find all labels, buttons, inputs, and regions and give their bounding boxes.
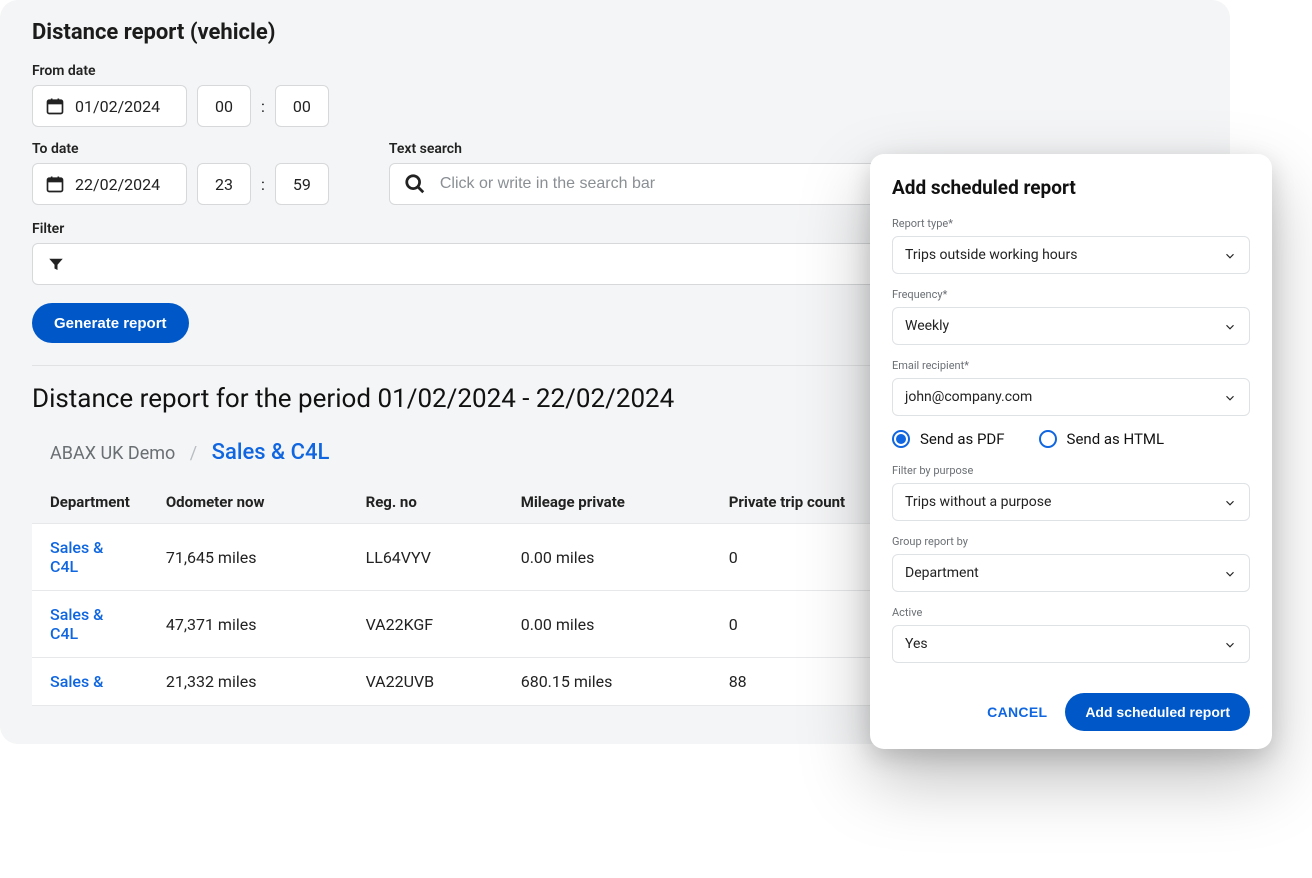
calendar-icon — [45, 174, 65, 194]
add-scheduled-report-modal: Add scheduled report Report type* Trips … — [870, 154, 1272, 749]
cell-reg: VA22UVB — [348, 658, 503, 706]
breadcrumb-root[interactable]: ABAX UK Demo — [50, 443, 175, 464]
page-title: Distance report (vehicle) — [32, 20, 1198, 45]
active-label: Active — [892, 606, 1250, 619]
to-date-value: 22/02/2024 — [75, 175, 160, 194]
send-as-pdf-radio[interactable]: Send as PDF — [892, 430, 1005, 448]
cell-reg: LL64VYV — [348, 524, 503, 591]
email-recipient-label: Email recipient* — [892, 359, 1250, 372]
send-as-html-radio[interactable]: Send as HTML — [1039, 430, 1165, 448]
col-reg: Reg. no — [348, 483, 503, 524]
cell-mileage-private: 0.00 miles — [503, 524, 711, 591]
department-link[interactable]: Sales & C4L — [50, 605, 103, 643]
add-scheduled-report-button[interactable]: Add scheduled report — [1065, 693, 1250, 731]
cell-odometer: 47,371 miles — [148, 591, 348, 658]
search-icon — [404, 173, 426, 195]
cell-department: Sales & C4L — [32, 524, 148, 591]
to-hour-input[interactable]: 23 — [197, 163, 251, 205]
to-minute-input[interactable]: 59 — [275, 163, 329, 205]
email-recipient-select[interactable]: john@company.com — [892, 378, 1250, 416]
department-link[interactable]: Sales & C4L — [50, 538, 103, 576]
active-select[interactable]: Yes — [892, 625, 1250, 663]
chevron-down-icon — [1223, 391, 1237, 405]
cell-odometer: 21,332 miles — [148, 658, 348, 706]
radio-checked-icon — [892, 430, 910, 448]
cell-mileage-private: 680.15 miles — [503, 658, 711, 706]
chevron-down-icon — [1223, 638, 1237, 652]
filter-purpose-label: Filter by purpose — [892, 464, 1250, 477]
department-link[interactable]: Sales & — [50, 672, 103, 691]
chevron-down-icon — [1223, 320, 1237, 334]
radio-unchecked-icon — [1039, 430, 1057, 448]
cancel-button[interactable]: CANCEL — [987, 704, 1047, 720]
report-type-label: Report type* — [892, 217, 1250, 230]
from-date-value: 01/02/2024 — [75, 97, 160, 116]
group-report-select[interactable]: Department — [892, 554, 1250, 592]
time-separator: : — [261, 175, 265, 194]
generate-report-button[interactable]: Generate report — [32, 303, 189, 343]
col-department: Department — [32, 483, 148, 524]
col-odometer: Odometer now — [148, 483, 348, 524]
chevron-down-icon — [1223, 567, 1237, 581]
filter-icon — [47, 255, 65, 273]
to-date-label: To date — [32, 141, 329, 157]
cell-mileage-private: 0.00 miles — [503, 591, 711, 658]
cell-reg: VA22KGF — [348, 591, 503, 658]
time-separator: : — [261, 97, 265, 116]
chevron-down-icon — [1223, 249, 1237, 263]
cell-odometer: 71,645 miles — [148, 524, 348, 591]
from-date-label: From date — [32, 63, 1198, 79]
frequency-label: Frequency* — [892, 288, 1250, 301]
breadcrumb-active[interactable]: Sales & C4L — [212, 440, 330, 465]
from-hour-input[interactable]: 00 — [197, 85, 251, 127]
from-minute-input[interactable]: 00 — [275, 85, 329, 127]
chevron-down-icon — [1223, 496, 1237, 510]
cell-department: Sales & C4L — [32, 591, 148, 658]
modal-title: Add scheduled report — [892, 176, 1250, 199]
calendar-icon — [45, 96, 65, 116]
from-date-input[interactable]: 01/02/2024 — [32, 85, 187, 127]
frequency-select[interactable]: Weekly — [892, 307, 1250, 345]
group-report-label: Group report by — [892, 535, 1250, 548]
breadcrumb-separator-icon: / — [190, 443, 197, 464]
to-date-input[interactable]: 22/02/2024 — [32, 163, 187, 205]
report-type-select[interactable]: Trips outside working hours — [892, 236, 1250, 274]
col-mileage-private: Mileage private — [503, 483, 711, 524]
filter-purpose-select[interactable]: Trips without a purpose — [892, 483, 1250, 521]
cell-department: Sales & — [32, 658, 148, 706]
